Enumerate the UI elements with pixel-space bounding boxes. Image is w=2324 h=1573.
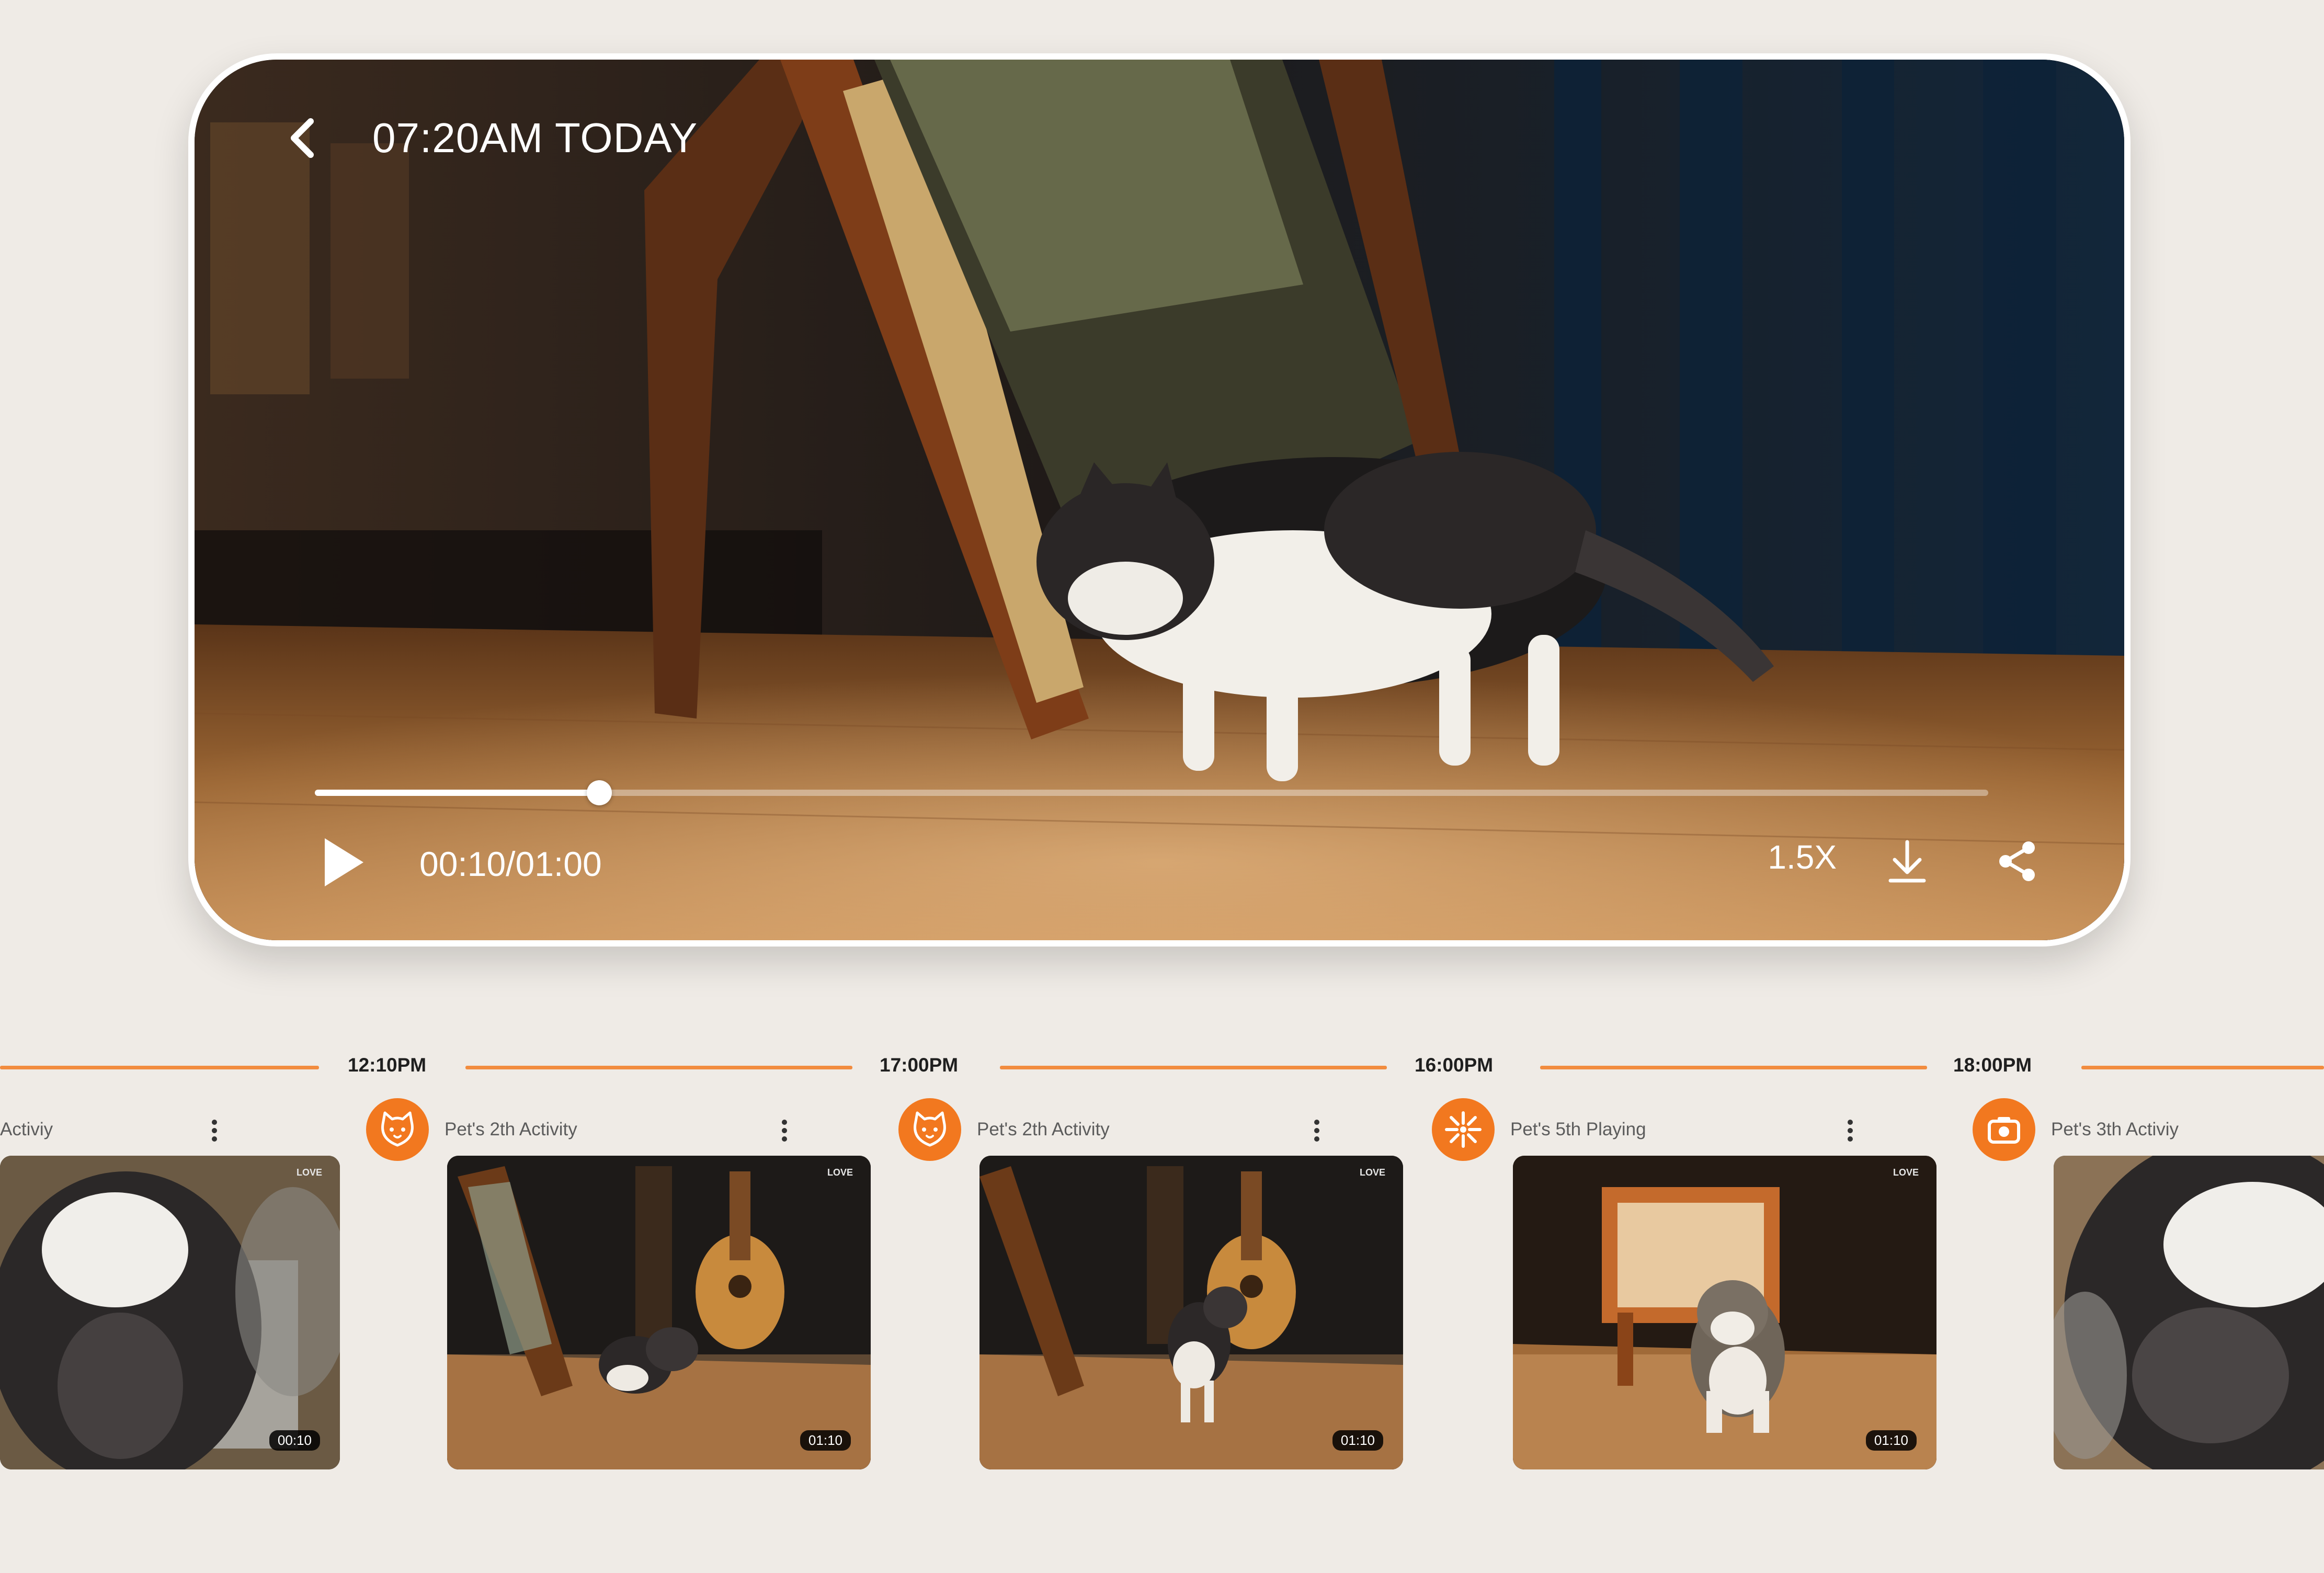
thumbnail-duration: 01:10 xyxy=(1332,1430,1383,1451)
video-frame xyxy=(195,60,2124,940)
card-label: Pet's 5th Playing xyxy=(1510,1119,1646,1139)
video-player[interactable]: 07:20AM TODAY 00:10/01:00 1.5X xyxy=(188,53,2131,947)
play-button[interactable] xyxy=(315,834,372,891)
more-vertical-icon xyxy=(1848,1120,1853,1142)
player-controls: 00:10/01:00 1.5X xyxy=(315,828,2046,896)
timeline-segment xyxy=(1540,1066,1927,1069)
card-label: Pet's 2th Activity xyxy=(445,1119,577,1139)
timeline-marker: 17:00PM xyxy=(880,1054,959,1076)
activity-card[interactable]: Pet's 2th Activity LOVE 01:10 xyxy=(366,1098,871,1485)
back-button[interactable] xyxy=(278,107,325,169)
thumbnail-image xyxy=(0,1156,340,1469)
thumbnail-image xyxy=(1513,1156,1936,1469)
thumbnail-image xyxy=(2054,1156,2324,1469)
video-thumbnail[interactable]: LOVE 01:10 xyxy=(447,1156,871,1469)
activity-card[interactable]: Pet's 2th Activity LOVE 01:10 xyxy=(898,1098,1403,1485)
card-header: Pet's 3th Activiy xyxy=(1973,1098,2324,1161)
video-thumbnail[interactable] xyxy=(2054,1156,2324,1469)
card-menu-button[interactable] xyxy=(1301,1110,1332,1152)
video-title: 07:20AM TODAY xyxy=(372,115,698,161)
card-menu-button[interactable] xyxy=(199,1110,230,1152)
thumbnail-image xyxy=(447,1156,871,1469)
thumbnail-watermark: LOVE xyxy=(827,1167,853,1178)
card-header: Activiy xyxy=(0,1098,340,1161)
timeline-segment xyxy=(465,1066,852,1069)
card-header: Pet's 5th Playing xyxy=(1432,1098,1866,1161)
activity-card[interactable]: Pet's 3th Activiy xyxy=(1973,1098,2324,1485)
timeline-segment xyxy=(1000,1066,1387,1069)
timeline-segment xyxy=(2081,1066,2324,1069)
card-header: Pet's 2th Activity xyxy=(898,1098,1332,1161)
thumbnail-watermark: LOVE xyxy=(1359,1167,1385,1178)
thumbnail-duration: 00:10 xyxy=(269,1430,320,1451)
timeline-marker: 16:00PM xyxy=(1415,1054,1494,1076)
activity-card[interactable]: Activiy LOVE 00:10 xyxy=(0,1098,340,1485)
timeline-marker: 18:00PM xyxy=(1953,1054,2032,1076)
video-thumbnail[interactable]: LOVE 01:10 xyxy=(1513,1156,1936,1469)
more-vertical-icon xyxy=(212,1120,217,1142)
activity-timeline: 12:10PM 17:00PM 16:00PM 18:00PM xyxy=(0,1046,2324,1088)
share-button[interactable] xyxy=(1988,833,2046,890)
thumbnail-watermark: LOVE xyxy=(1893,1167,1919,1178)
card-menu-button[interactable] xyxy=(1835,1110,1866,1152)
playback-speed-button[interactable]: 1.5X xyxy=(1768,838,1837,876)
card-label: Pet's 3th Activiy xyxy=(2051,1119,2179,1139)
playback-time: 00:10/01:00 xyxy=(419,845,602,883)
video-thumbnail[interactable]: LOVE 01:10 xyxy=(979,1156,1403,1469)
chevron-left-icon xyxy=(291,118,314,158)
more-vertical-icon xyxy=(782,1120,787,1142)
thumbnail-duration: 01:10 xyxy=(800,1430,851,1451)
share-icon xyxy=(1999,841,2035,881)
seek-bar[interactable] xyxy=(315,780,1988,805)
sparkle-icon xyxy=(1432,1098,1495,1161)
cat-face-icon xyxy=(366,1098,429,1161)
video-thumbnail[interactable]: LOVE 00:10 xyxy=(0,1156,340,1469)
download-button[interactable] xyxy=(1878,833,1936,890)
card-label: Activiy xyxy=(0,1119,53,1139)
cat-face-icon xyxy=(898,1098,961,1161)
seek-handle[interactable] xyxy=(587,780,612,805)
download-icon xyxy=(1888,840,1926,883)
card-header: Pet's 2th Activity xyxy=(366,1098,800,1161)
camera-icon xyxy=(1973,1098,2035,1161)
thumbnail-duration: 01:10 xyxy=(1865,1430,1917,1451)
timeline-marker: 12:10PM xyxy=(348,1054,427,1076)
activity-card[interactable]: Pet's 5th Playing LOVE 01:10 xyxy=(1432,1098,1936,1485)
card-menu-button[interactable] xyxy=(769,1110,800,1152)
timeline-segment xyxy=(0,1066,319,1069)
more-vertical-icon xyxy=(1314,1120,1319,1142)
card-label: Pet's 2th Activity xyxy=(977,1119,1110,1139)
thumbnail-watermark: LOVE xyxy=(296,1167,322,1178)
play-icon xyxy=(325,838,363,886)
seek-progress xyxy=(315,790,599,796)
thumbnail-image xyxy=(979,1156,1403,1469)
